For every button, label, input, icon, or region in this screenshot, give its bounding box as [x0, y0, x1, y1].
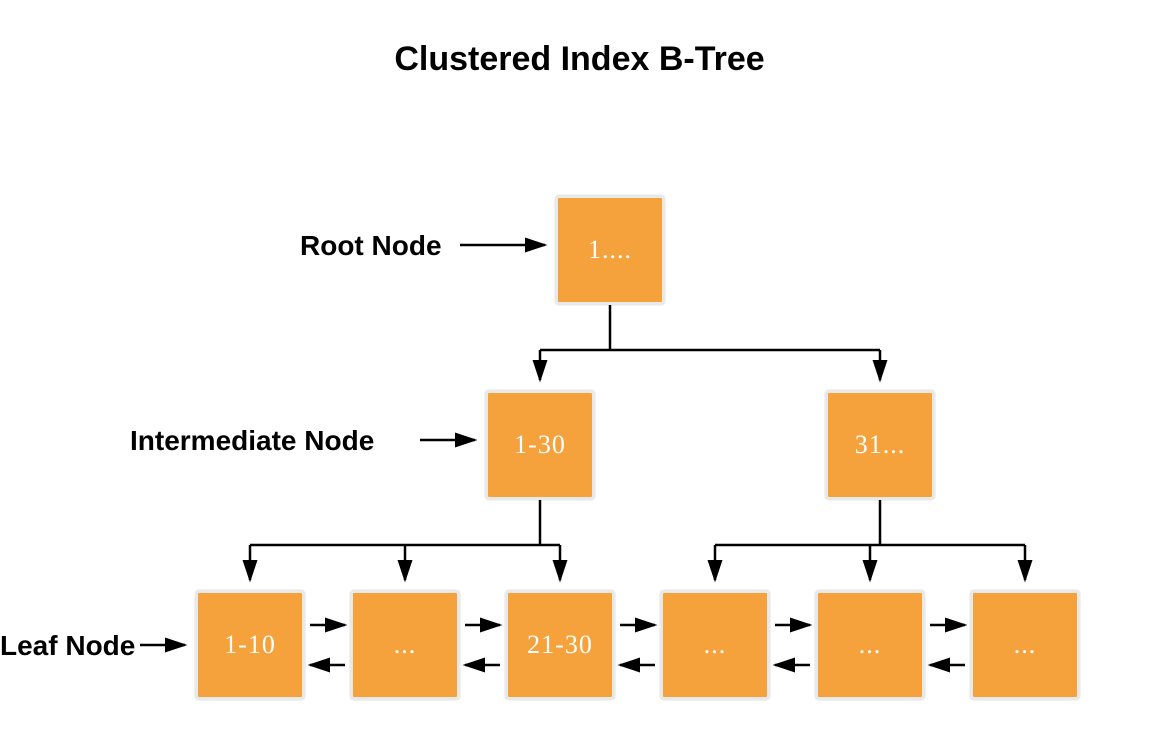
leaf-node-1: 1-10: [195, 590, 305, 700]
leaf-node-4: ...: [660, 590, 770, 700]
leaf-node-2: ...: [350, 590, 460, 700]
leaf-node-6: ...: [970, 590, 1080, 700]
root-node: 1....: [555, 195, 665, 305]
leaf-node-3: 21-30: [505, 590, 615, 700]
leaf-node-label: Leaf Node: [0, 630, 135, 662]
intermediate-node-label: Intermediate Node: [130, 425, 374, 457]
intermediate-node-left: 1-30: [485, 390, 595, 500]
leaf-node-5: ...: [815, 590, 925, 700]
intermediate-node-right: 31...: [825, 390, 935, 500]
root-node-label: Root Node: [300, 230, 442, 262]
diagram-title: Clustered Index B-Tree: [0, 40, 1159, 79]
